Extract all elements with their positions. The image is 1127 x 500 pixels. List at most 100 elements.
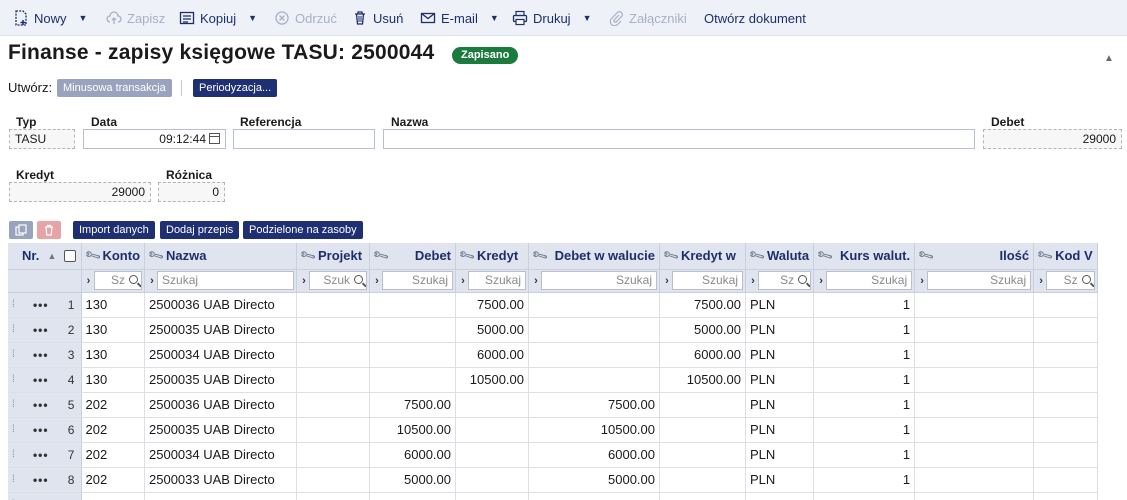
credit-cell[interactable]: 10500.00 [455,367,530,393]
name-field[interactable] [383,129,975,149]
more-icon[interactable]: ••• [33,298,49,312]
name-cell[interactable]: 2500035 UAB Directo [144,367,298,393]
currency-cell[interactable]: PLN [745,442,815,468]
row-handle-cell[interactable]: ⁞ ••• 1 [8,292,82,318]
account-cell[interactable]: 202 [81,392,146,418]
project-cell[interactable] [296,392,371,418]
project-cell[interactable] [296,492,371,500]
filter-project-input[interactable]: Szuk [309,271,368,290]
drag-handle-icon[interactable]: ⁞ [12,349,15,360]
rate-cell[interactable] [813,492,916,500]
more-icon[interactable]: ••• [33,373,49,387]
debit-cell[interactable]: 6000.00 [369,442,457,468]
project-cell[interactable] [296,342,371,368]
debit-currency-cell[interactable] [528,492,661,500]
code-cell[interactable] [1033,467,1098,493]
credit-cell[interactable]: 6000.00 [455,342,530,368]
table-row[interactable]: ⁞ ••• 2 130 2500035 UAB Directo 5000.00 5000.0… [8,317,1098,343]
col-code[interactable]: 🔧︎ Kod V [1033,243,1098,270]
filter-debit-currency-input[interactable]: Szukaj [541,271,658,290]
qty-cell[interactable] [914,342,1035,368]
debit-cell[interactable] [369,342,457,368]
wrench-icon[interactable]: 🔧︎ [147,247,165,264]
copy-button[interactable]: Kopiuj ▼ [178,0,257,36]
currency-cell[interactable]: PLN [745,467,815,493]
row-handle-cell[interactable]: ⁞•••9 [8,492,82,500]
table-row[interactable]: ⁞ ••• 7 202 2500034 UAB Directo 6000.00 6000.0… [8,442,1098,468]
drag-handle-icon[interactable]: ⁞ [12,449,15,460]
account-cell[interactable]: 130 [81,292,146,318]
chevron-right-icon[interactable]: › [458,275,468,287]
table-row[interactable]: ⁞•••9 [8,492,1098,500]
name-cell[interactable]: 2500034 UAB Directo [144,442,298,468]
table-row[interactable]: ⁞ ••• 6 202 2500035 UAB Directo 10500.00 10500… [8,417,1098,443]
filter-currency-input[interactable]: Sz [758,271,812,290]
filter-credit-currency-input[interactable]: Szukaj [672,271,744,290]
chevron-right-icon[interactable]: › [816,275,826,287]
currency-cell[interactable]: PLN [745,292,815,318]
date-field[interactable]: 09:12:44 [83,129,226,149]
qty-cell[interactable] [914,392,1035,418]
credit-currency-cell[interactable]: 6000.00 [659,342,747,368]
row-handle-cell[interactable]: ⁞ ••• 4 [8,367,82,393]
discard-button[interactable]: Odrzuć [273,0,337,36]
more-icon[interactable]: ••• [33,473,49,487]
filter-code-input[interactable]: Sz [1046,271,1095,290]
wrench-icon[interactable]: 🔧︎ [531,247,549,264]
project-cell[interactable] [296,292,371,318]
filter-rate-input[interactable]: Szukaj [826,271,913,290]
row-handle-cell[interactable]: ⁞ ••• 8 [8,467,82,493]
table-row[interactable]: ⁞ ••• 8 202 2500033 UAB Directo 5000.00 5000.0… [8,467,1098,493]
account-cell[interactable]: 130 [81,317,146,343]
table-row[interactable]: ⁞ ••• 3 130 2500034 UAB Directo 6000.00 6000.0… [8,342,1098,368]
wrench-icon[interactable]: 🔧︎ [299,247,317,264]
sort-asc-icon[interactable]: ▲ [47,251,56,261]
debit-cell[interactable] [369,492,457,500]
debit-currency-cell[interactable] [528,367,661,393]
split-resources-button[interactable]: Podzielone na zasoby [243,221,363,239]
qty-cell[interactable] [914,292,1035,318]
debit-cell[interactable] [369,292,457,318]
reference-field[interactable] [233,129,375,149]
email-button[interactable]: E-mail ▼ [419,0,499,36]
col-nr[interactable]: Nr. ▲ [8,243,82,270]
more-icon[interactable]: ••• [33,423,49,437]
chevron-right-icon[interactable]: › [299,275,309,287]
table-row[interactable]: ⁞ ••• 4 130 2500035 UAB Directo 10500.00 10500… [8,367,1098,393]
more-icon[interactable]: ••• [33,398,49,412]
credit-currency-cell[interactable]: 10500.00 [659,367,747,393]
open-document-button[interactable]: Otwórz dokument [704,0,806,36]
wrench-icon[interactable]: 🔧︎ [662,247,680,264]
wrench-icon[interactable]: 🔧︎ [1036,247,1054,264]
currency-cell[interactable] [745,492,815,500]
credit-cell[interactable] [455,392,530,418]
project-cell[interactable] [296,367,371,393]
debit-currency-cell[interactable] [528,317,661,343]
chevron-right-icon[interactable]: › [531,275,541,287]
credit-currency-cell[interactable]: 7500.00 [659,292,747,318]
chevron-right-icon[interactable]: › [372,275,382,287]
debit-currency-cell[interactable] [528,342,661,368]
periodization-button[interactable]: Periodyzacja... [193,79,278,97]
debit-cell[interactable]: 10500.00 [369,417,457,443]
credit-currency-cell[interactable] [659,442,747,468]
col-credit[interactable]: 🔧︎ Kredyt [455,243,530,270]
collapse-up-icon[interactable]: ▲ [1104,53,1114,64]
chevron-right-icon[interactable]: › [147,275,157,287]
add-template-button[interactable]: Dodaj przepis [160,221,240,239]
filter-credit-input[interactable]: Szukaj [468,271,527,290]
code-cell[interactable] [1033,392,1098,418]
code-cell[interactable] [1033,317,1098,343]
project-cell[interactable] [296,417,371,443]
col-account[interactable]: 🔧︎ Konto [81,243,146,270]
chevron-right-icon[interactable]: › [748,275,758,287]
filter-name-input[interactable]: Szukaj [157,271,295,290]
import-data-button[interactable]: Import danych [73,221,155,239]
account-cell[interactable]: 202 [81,467,146,493]
chevron-right-icon[interactable]: › [84,275,94,287]
copy-rows-button[interactable] [9,221,33,239]
code-cell[interactable] [1033,417,1098,443]
drag-handle-icon[interactable]: ⁞ [12,374,15,385]
attachments-button[interactable]: Załączniki [607,0,687,36]
chevron-down-icon[interactable]: ▼ [490,13,499,23]
